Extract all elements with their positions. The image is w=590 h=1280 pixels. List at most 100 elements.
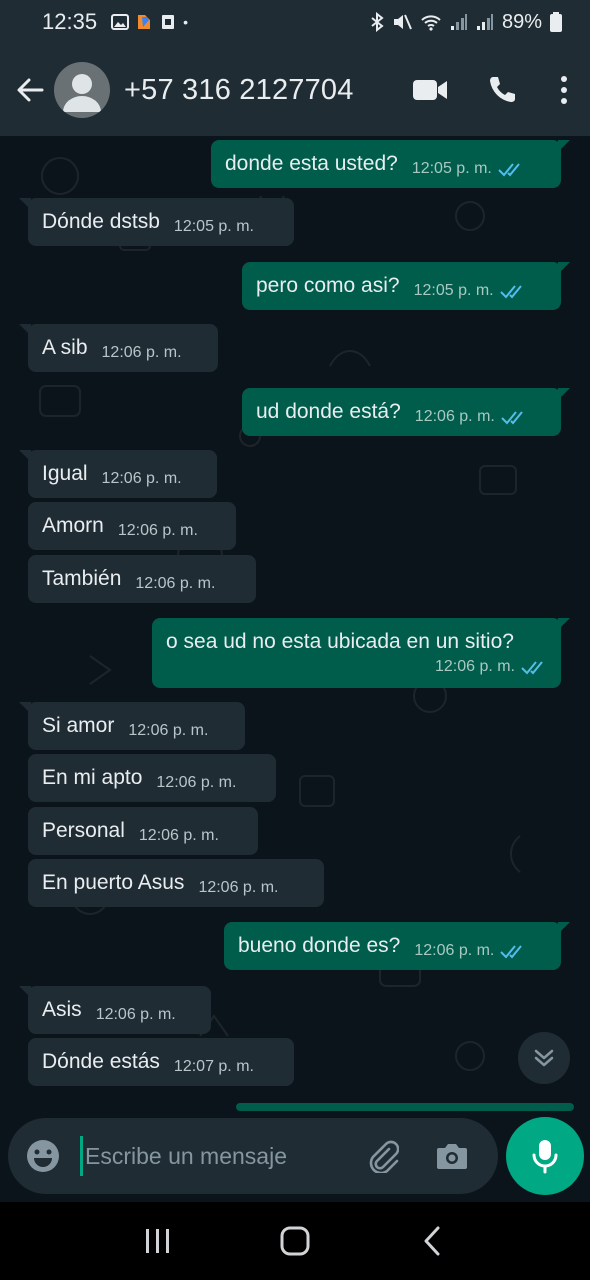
- message-time: 12:06 p. m.: [414, 942, 495, 959]
- sim-icon: [162, 15, 175, 29]
- system-navigation-bar: [0, 1202, 590, 1280]
- double-check-icon: [498, 163, 520, 177]
- double-check-icon: [521, 661, 543, 675]
- signal-icon-2: [476, 14, 493, 30]
- chevron-left-icon: [424, 1226, 440, 1256]
- message-input[interactable]: [80, 1136, 340, 1176]
- back-nav-button[interactable]: [402, 1211, 462, 1271]
- home-icon: [280, 1226, 310, 1256]
- app-notification-icon: [138, 15, 151, 29]
- message-incoming[interactable]: Dónde estás 12:07 p. m.: [28, 1038, 294, 1086]
- bubble-tail: [19, 702, 31, 714]
- avatar[interactable]: [54, 62, 110, 118]
- message-text: Amorn: [42, 514, 104, 537]
- chat-header: +57 316 2127704: [0, 44, 590, 136]
- mute-icon: [393, 14, 412, 30]
- video-call-button[interactable]: [394, 60, 466, 120]
- recent-apps-icon: [146, 1229, 170, 1253]
- bubble-tail: [558, 388, 570, 400]
- message-time: 12:06 p. m.: [117, 522, 198, 539]
- message-time: 12:06 p. m.: [414, 408, 495, 425]
- wifi-icon: [421, 15, 441, 31]
- message-time: 12:06 p. m.: [101, 470, 182, 487]
- message-time: 12:05 p. m.: [173, 218, 254, 235]
- message-input-wrapper: [80, 1136, 340, 1176]
- message-time: 12:06 p. m.: [434, 658, 515, 675]
- camera-button[interactable]: [424, 1128, 480, 1184]
- message-incoming[interactable]: Asis 12:06 p. m.: [19, 986, 211, 1034]
- bubble-tail: [558, 922, 570, 934]
- message-incoming[interactable]: Igual 12:06 p. m.: [19, 450, 217, 498]
- microphone-icon: [532, 1140, 558, 1174]
- message-text: En mi apto: [42, 766, 143, 789]
- message-text: Asis: [42, 998, 82, 1021]
- battery-icon: [550, 12, 562, 32]
- message-time: 12:06 p. m.: [128, 722, 209, 739]
- message-text: También: [42, 567, 122, 590]
- bubble-tail: [558, 140, 570, 152]
- gallery-icon: [111, 14, 130, 30]
- message-time: 12:06 p. m.: [156, 774, 237, 791]
- bubble-tail: [19, 986, 31, 998]
- message-time: 12:07 p. m.: [173, 1058, 254, 1075]
- message-time: 12:06 p. m.: [101, 344, 182, 361]
- double-check-icon: [501, 411, 523, 425]
- message-text: A sib: [42, 336, 88, 359]
- message-outgoing[interactable]: pero como asi? 12:05 p. m.: [242, 262, 570, 310]
- bubble-tail: [558, 262, 570, 274]
- message-incoming[interactable]: A sib 12:06 p. m.: [19, 324, 218, 372]
- partial-message-bubble: [236, 1103, 574, 1111]
- more-options-button[interactable]: [538, 60, 590, 120]
- emoji-icon: [27, 1140, 59, 1172]
- default-avatar-icon: [63, 74, 101, 112]
- message-outgoing[interactable]: bueno donde es? 12:06 p. m.: [224, 922, 570, 970]
- bluetooth-icon: [371, 12, 384, 32]
- status-time: 12:35: [42, 9, 98, 34]
- voice-call-button[interactable]: [466, 60, 538, 120]
- bubble-tail: [19, 324, 31, 336]
- recent-apps-button[interactable]: [128, 1211, 188, 1271]
- message-incoming[interactable]: En mi apto 12:06 p. m.: [28, 754, 276, 802]
- message-time: 12:06 p. m.: [198, 879, 279, 896]
- bubble-tail: [558, 618, 570, 630]
- message-incoming[interactable]: Dónde dstsb 12:05 p. m.: [19, 198, 294, 246]
- message-incoming[interactable]: También 12:06 p. m.: [28, 555, 256, 603]
- message-text: Si amor: [42, 714, 115, 737]
- message-incoming[interactable]: Personal 12:06 p. m.: [28, 807, 258, 855]
- message-incoming[interactable]: Amorn 12:06 p. m.: [28, 502, 236, 550]
- home-button[interactable]: [265, 1211, 325, 1271]
- message-outgoing[interactable]: ud donde está? 12:06 p. m.: [242, 388, 570, 436]
- paperclip-icon: [369, 1140, 399, 1173]
- voice-message-button[interactable]: [506, 1117, 584, 1195]
- message-time: 12:06 p. m.: [135, 575, 216, 592]
- notification-dot: •: [183, 14, 188, 30]
- message-outgoing[interactable]: donde esta usted? 12:05 p. m.: [211, 140, 570, 188]
- message-text: pero como asi?: [256, 274, 400, 297]
- double-chevron-down-icon: [534, 1049, 554, 1067]
- message-text: o sea ud no esta ubicada en un sitio?: [166, 630, 514, 653]
- camera-icon: [437, 1144, 467, 1169]
- message-text: Personal: [42, 819, 125, 842]
- status-bar: 12:35 • 89%: [0, 0, 590, 44]
- double-check-icon: [500, 945, 523, 959]
- message-incoming[interactable]: Si amor 12:06 p. m.: [19, 702, 245, 750]
- scroll-to-bottom-button[interactable]: [518, 1032, 570, 1084]
- phone-icon: [490, 77, 515, 102]
- message-text: Igual: [42, 462, 88, 485]
- message-outgoing[interactable]: o sea ud no esta ubicada en un sitio? 12…: [152, 618, 570, 688]
- battery-percent: 89%: [501, 10, 542, 33]
- message-list[interactable]: donde esta usted? 12:05 p. m. Dónde dsts…: [0, 136, 590, 1116]
- arrow-left-icon: [17, 78, 44, 102]
- message-time: 12:06 p. m.: [138, 827, 219, 844]
- message-text: donde esta usted?: [225, 152, 398, 175]
- back-button[interactable]: [8, 68, 52, 112]
- message-text: bueno donde es?: [238, 934, 401, 957]
- message-time: 12:05 p. m.: [413, 282, 494, 299]
- contact-name[interactable]: +57 316 2127704: [124, 74, 354, 107]
- bubble-tail: [19, 198, 31, 210]
- message-text: Dónde dstsb: [42, 210, 160, 233]
- message-time: 12:05 p. m.: [411, 160, 492, 177]
- emoji-button[interactable]: [24, 1137, 62, 1175]
- message-incoming[interactable]: En puerto Asus 12:06 p. m.: [28, 859, 324, 907]
- attach-button[interactable]: [354, 1128, 410, 1184]
